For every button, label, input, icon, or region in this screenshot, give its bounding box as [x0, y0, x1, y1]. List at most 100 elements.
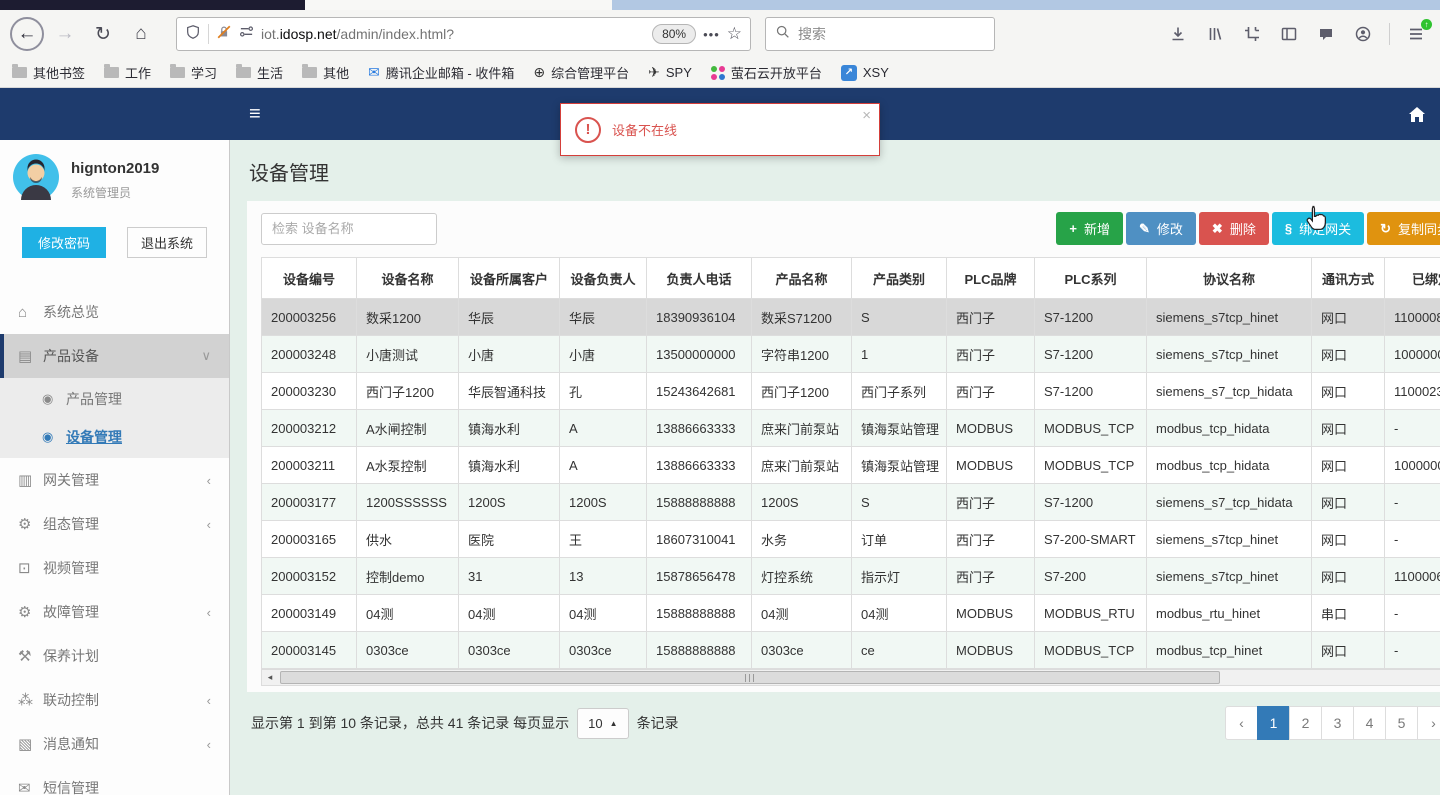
sidebar-item-label: 保养计划 [43, 648, 99, 664]
sidebar-item[interactable]: ⚒ 保养计划 [0, 634, 229, 678]
scrollbar-track[interactable] [278, 670, 1440, 685]
column-header[interactable]: 产品名称 [751, 257, 852, 299]
column-header[interactable]: 通讯方式 [1311, 257, 1385, 299]
alert-close-icon[interactable]: × [862, 107, 871, 124]
bookmark-item[interactable]: 其他书签 [12, 63, 85, 82]
column-header[interactable]: 设备编号 [261, 257, 357, 299]
page-button[interactable]: 5 [1385, 706, 1418, 740]
table-cell: MODBUS_RTU [1034, 594, 1147, 632]
page-button[interactable]: 4 [1353, 706, 1386, 740]
column-header[interactable]: 负责人电话 [646, 257, 752, 299]
app-home-icon[interactable] [1408, 106, 1426, 123]
sidebar-toggle-icon[interactable]: ≡ [249, 103, 261, 126]
sidebar-item[interactable]: ✉ 短信管理 [0, 766, 229, 795]
sidebar-item[interactable]: ▧ 消息通知 ‹ [0, 722, 229, 766]
browser-tab-inactive[interactable] [305, 0, 612, 10]
table-cell: 13886663333 [646, 409, 752, 447]
browser-search-input[interactable]: 搜索 [765, 17, 995, 51]
bookmark-item[interactable]: ✉ 腾讯企业邮箱 - 收件箱 [368, 63, 514, 82]
account-icon[interactable] [1349, 20, 1377, 48]
table-row[interactable]: 200003149 04测 04测 04测 15888888888 04测 04测 MODBU… [261, 594, 1440, 632]
sidebar-item[interactable]: ▤ 产品设备 ∨ [0, 334, 229, 378]
table-row[interactable]: 200003256 数采1200 华辰 华辰 18390936104 数采S71200 S 西… [261, 298, 1440, 336]
bookmark-item[interactable]: 学习 [170, 63, 217, 82]
sidebar-view-icon[interactable] [1275, 20, 1303, 48]
folder-icon [302, 64, 318, 78]
column-header[interactable]: 已绑定网关 [1384, 257, 1440, 299]
column-header[interactable]: PLC品牌 [946, 257, 1035, 299]
chevron-down-icon: ∨ [201, 348, 211, 363]
sidebar-item[interactable]: ▥ 网关管理 ‹ [0, 458, 229, 502]
add-button[interactable]: + 新增 [1056, 212, 1123, 245]
app-menu-icon[interactable]: ↑ [1402, 19, 1432, 48]
bookmark-item[interactable]: 工作 [104, 63, 151, 82]
download-icon[interactable] [1164, 20, 1192, 48]
change-password-button[interactable]: 修改密码 [22, 227, 106, 258]
table-row[interactable]: 200003152 控制demo 31 13 15878656478 灯控系统 指示灯 西门子… [261, 557, 1440, 595]
sidebar-item[interactable]: ⊡ 视频管理 [0, 546, 229, 590]
bookmark-item[interactable]: ⊕ 综合管理平台 [533, 63, 629, 82]
prev-page-button[interactable]: ‹ [1225, 706, 1258, 740]
column-header[interactable]: PLC系列 [1034, 257, 1147, 299]
table-row[interactable]: 200003248 小唐测试 小唐 小唐 13500000000 字符串1200 1 西门子 S… [261, 335, 1440, 373]
next-page-button[interactable]: › [1417, 706, 1440, 740]
video-icon: ⊡ [18, 560, 31, 577]
bookmark-item[interactable]: 其他 [302, 63, 349, 82]
url-bar[interactable]: iot.idosp.net/admin/index.html? 80% ••• … [176, 17, 751, 51]
column-header[interactable]: 协议名称 [1146, 257, 1312, 299]
column-header[interactable]: 设备所属客户 [458, 257, 560, 299]
column-header[interactable]: 设备负责人 [559, 257, 647, 299]
table-cell: 200003256 [261, 298, 357, 336]
sidebar-item[interactable]: ⚙ 组态管理 ‹ [0, 502, 229, 546]
insecure-lock-icon[interactable] [216, 24, 232, 45]
page-size-select[interactable]: 10 ▲ [577, 707, 629, 739]
table-cell: 灯控系统 [751, 557, 852, 595]
browser-tab-active[interactable] [0, 0, 305, 10]
horizontal-scrollbar[interactable]: ◂ ▸ [261, 669, 1440, 686]
bookmark-star-icon[interactable]: ☆ [727, 24, 742, 44]
table-row[interactable]: 200003212 A水闸控制 镇海水利 A 13886663333 庶来门前泵站 镇海泵站… [261, 409, 1440, 447]
sidebar-subitem[interactable]: ◉ 产品管理 [0, 380, 229, 418]
device-search-input[interactable] [261, 212, 437, 245]
table-row[interactable]: 200003165 供水 医院王 18607310041 水务 订单 西门子 S7-200-S… [261, 520, 1440, 558]
sidebar-item[interactable]: ⁂ 联动控制 ‹ [0, 678, 229, 722]
chevron-left-icon: ‹ [206, 472, 211, 488]
zoom-level-badge[interactable]: 80% [652, 24, 697, 44]
shield-icon[interactable] [185, 24, 201, 45]
reload-button[interactable]: ↻ [86, 17, 120, 51]
bookmark-item[interactable]: ↗ XSY [840, 64, 889, 81]
delete-button[interactable]: ✖ 删除 [1198, 212, 1269, 245]
sidebar-item[interactable]: ⌂ 系统总览 [0, 290, 229, 334]
table-cell: 0303ce [751, 631, 852, 669]
sidebar-item[interactable]: ⚙ 故障管理 ‹ [0, 590, 229, 634]
bookmark-item[interactable]: ✈ SPY [648, 64, 692, 81]
page-button[interactable]: 1 [1257, 706, 1290, 740]
copy-sync-table-button[interactable]: ↻ 复制同步点表 [1367, 212, 1440, 245]
column-header[interactable]: 产品类别 [851, 257, 947, 299]
sidebar-subitem[interactable]: ◉ 设备管理 [0, 418, 229, 456]
browser-toolbar: ← → ↻ ⌂ iot.idosp.net/admin/index.html? … [0, 10, 1440, 58]
page-button[interactable]: 3 [1321, 706, 1354, 740]
library-icon[interactable] [1201, 20, 1229, 48]
edit-button[interactable]: ✎ 修改 [1125, 212, 1196, 245]
page-button[interactable]: 2 [1289, 706, 1322, 740]
scroll-left-arrow[interactable]: ◂ [262, 672, 278, 683]
column-header[interactable]: 设备名称 [356, 257, 459, 299]
pocket-icon[interactable] [1312, 20, 1340, 48]
page-actions-icon[interactable]: ••• [703, 27, 720, 42]
table-row[interactable]: 200003177 1200SSSSSS 1200S 1200S 15888888888… [261, 483, 1440, 521]
home-button[interactable]: ⌂ [124, 17, 158, 51]
table-row[interactable]: 200003211 A水泵控制 镇海水利 A 13886663333 庶来门前泵站 镇海泵站… [261, 446, 1440, 484]
bookmark-item[interactable]: 萤石云开放平台 [710, 63, 822, 82]
scrollbar-thumb[interactable] [280, 671, 1221, 684]
screenshot-icon[interactable] [1238, 20, 1266, 48]
forward-button[interactable]: → [48, 17, 82, 51]
logout-button[interactable]: 退出系统 [127, 227, 207, 258]
titlebar-drag-area [612, 0, 1440, 10]
bookmark-item[interactable]: 生活 [236, 63, 283, 82]
back-button[interactable]: ← [10, 17, 44, 51]
table-row[interactable]: 200003230 西门子1200 华辰智通科技孔 15243642681 西门子120… [261, 372, 1440, 410]
table-cell: 庶来门前泵站 [751, 409, 852, 447]
permissions-icon[interactable] [239, 24, 254, 44]
table-row[interactable]: 200003145 0303ce 0303ce 0303ce 15888888888 03… [261, 631, 1440, 669]
